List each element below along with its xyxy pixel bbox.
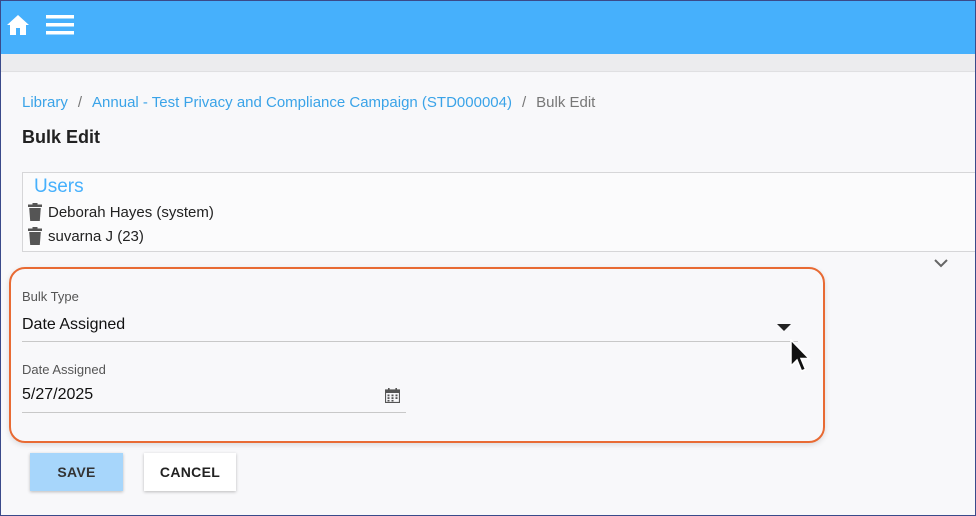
user-name: suvarna J (23) (48, 227, 144, 245)
date-assigned-input[interactable]: 5/27/2025 (22, 386, 377, 408)
user-list-item: Deborah Hayes (system) (28, 201, 214, 223)
users-title: Users (34, 176, 84, 197)
date-assigned-label: Date Assigned (22, 362, 106, 377)
bulk-edit-form-highlight (9, 267, 825, 443)
mouse-pointer-icon (790, 339, 811, 372)
save-button[interactable]: SAVE (30, 453, 123, 491)
sub-header-bar (1, 54, 975, 72)
breadcrumb-separator: / (77, 94, 83, 111)
breadcrumb-library-link[interactable]: Library (22, 94, 68, 111)
user-name: Deborah Hayes (system) (48, 203, 214, 221)
bulk-type-select[interactable]: Date Assigned (22, 316, 762, 338)
cancel-button[interactable]: CANCEL (144, 453, 236, 491)
page-title: Bulk Edit (22, 127, 101, 147)
bulk-type-label: Bulk Type (22, 289, 79, 304)
trash-icon[interactable] (28, 227, 42, 245)
caret-down-icon[interactable] (777, 324, 791, 331)
trash-icon[interactable] (28, 203, 42, 221)
calendar-icon[interactable] (385, 388, 400, 403)
breadcrumb: Library / Annual - Test Privacy and Compli… (22, 94, 595, 111)
hamburger-menu-icon[interactable] (46, 14, 74, 36)
breadcrumb-campaign-link[interactable]: Annual - Test Privacy and Compliance Cam… (92, 94, 512, 111)
breadcrumb-separator: / (521, 94, 527, 111)
user-list-item: suvarna J (23) (28, 225, 144, 247)
top-nav-bar (1, 1, 975, 54)
app-window: Library / Annual - Test Privacy and Compli… (0, 0, 976, 516)
chevron-down-icon[interactable] (933, 257, 949, 269)
bulk-type-underline (22, 341, 798, 342)
home-icon[interactable] (6, 13, 30, 37)
breadcrumb-current: Bulk Edit (536, 94, 596, 111)
users-panel: Users Deborah Hayes (system) suvarna J (… (22, 172, 975, 252)
date-assigned-underline (22, 412, 406, 413)
